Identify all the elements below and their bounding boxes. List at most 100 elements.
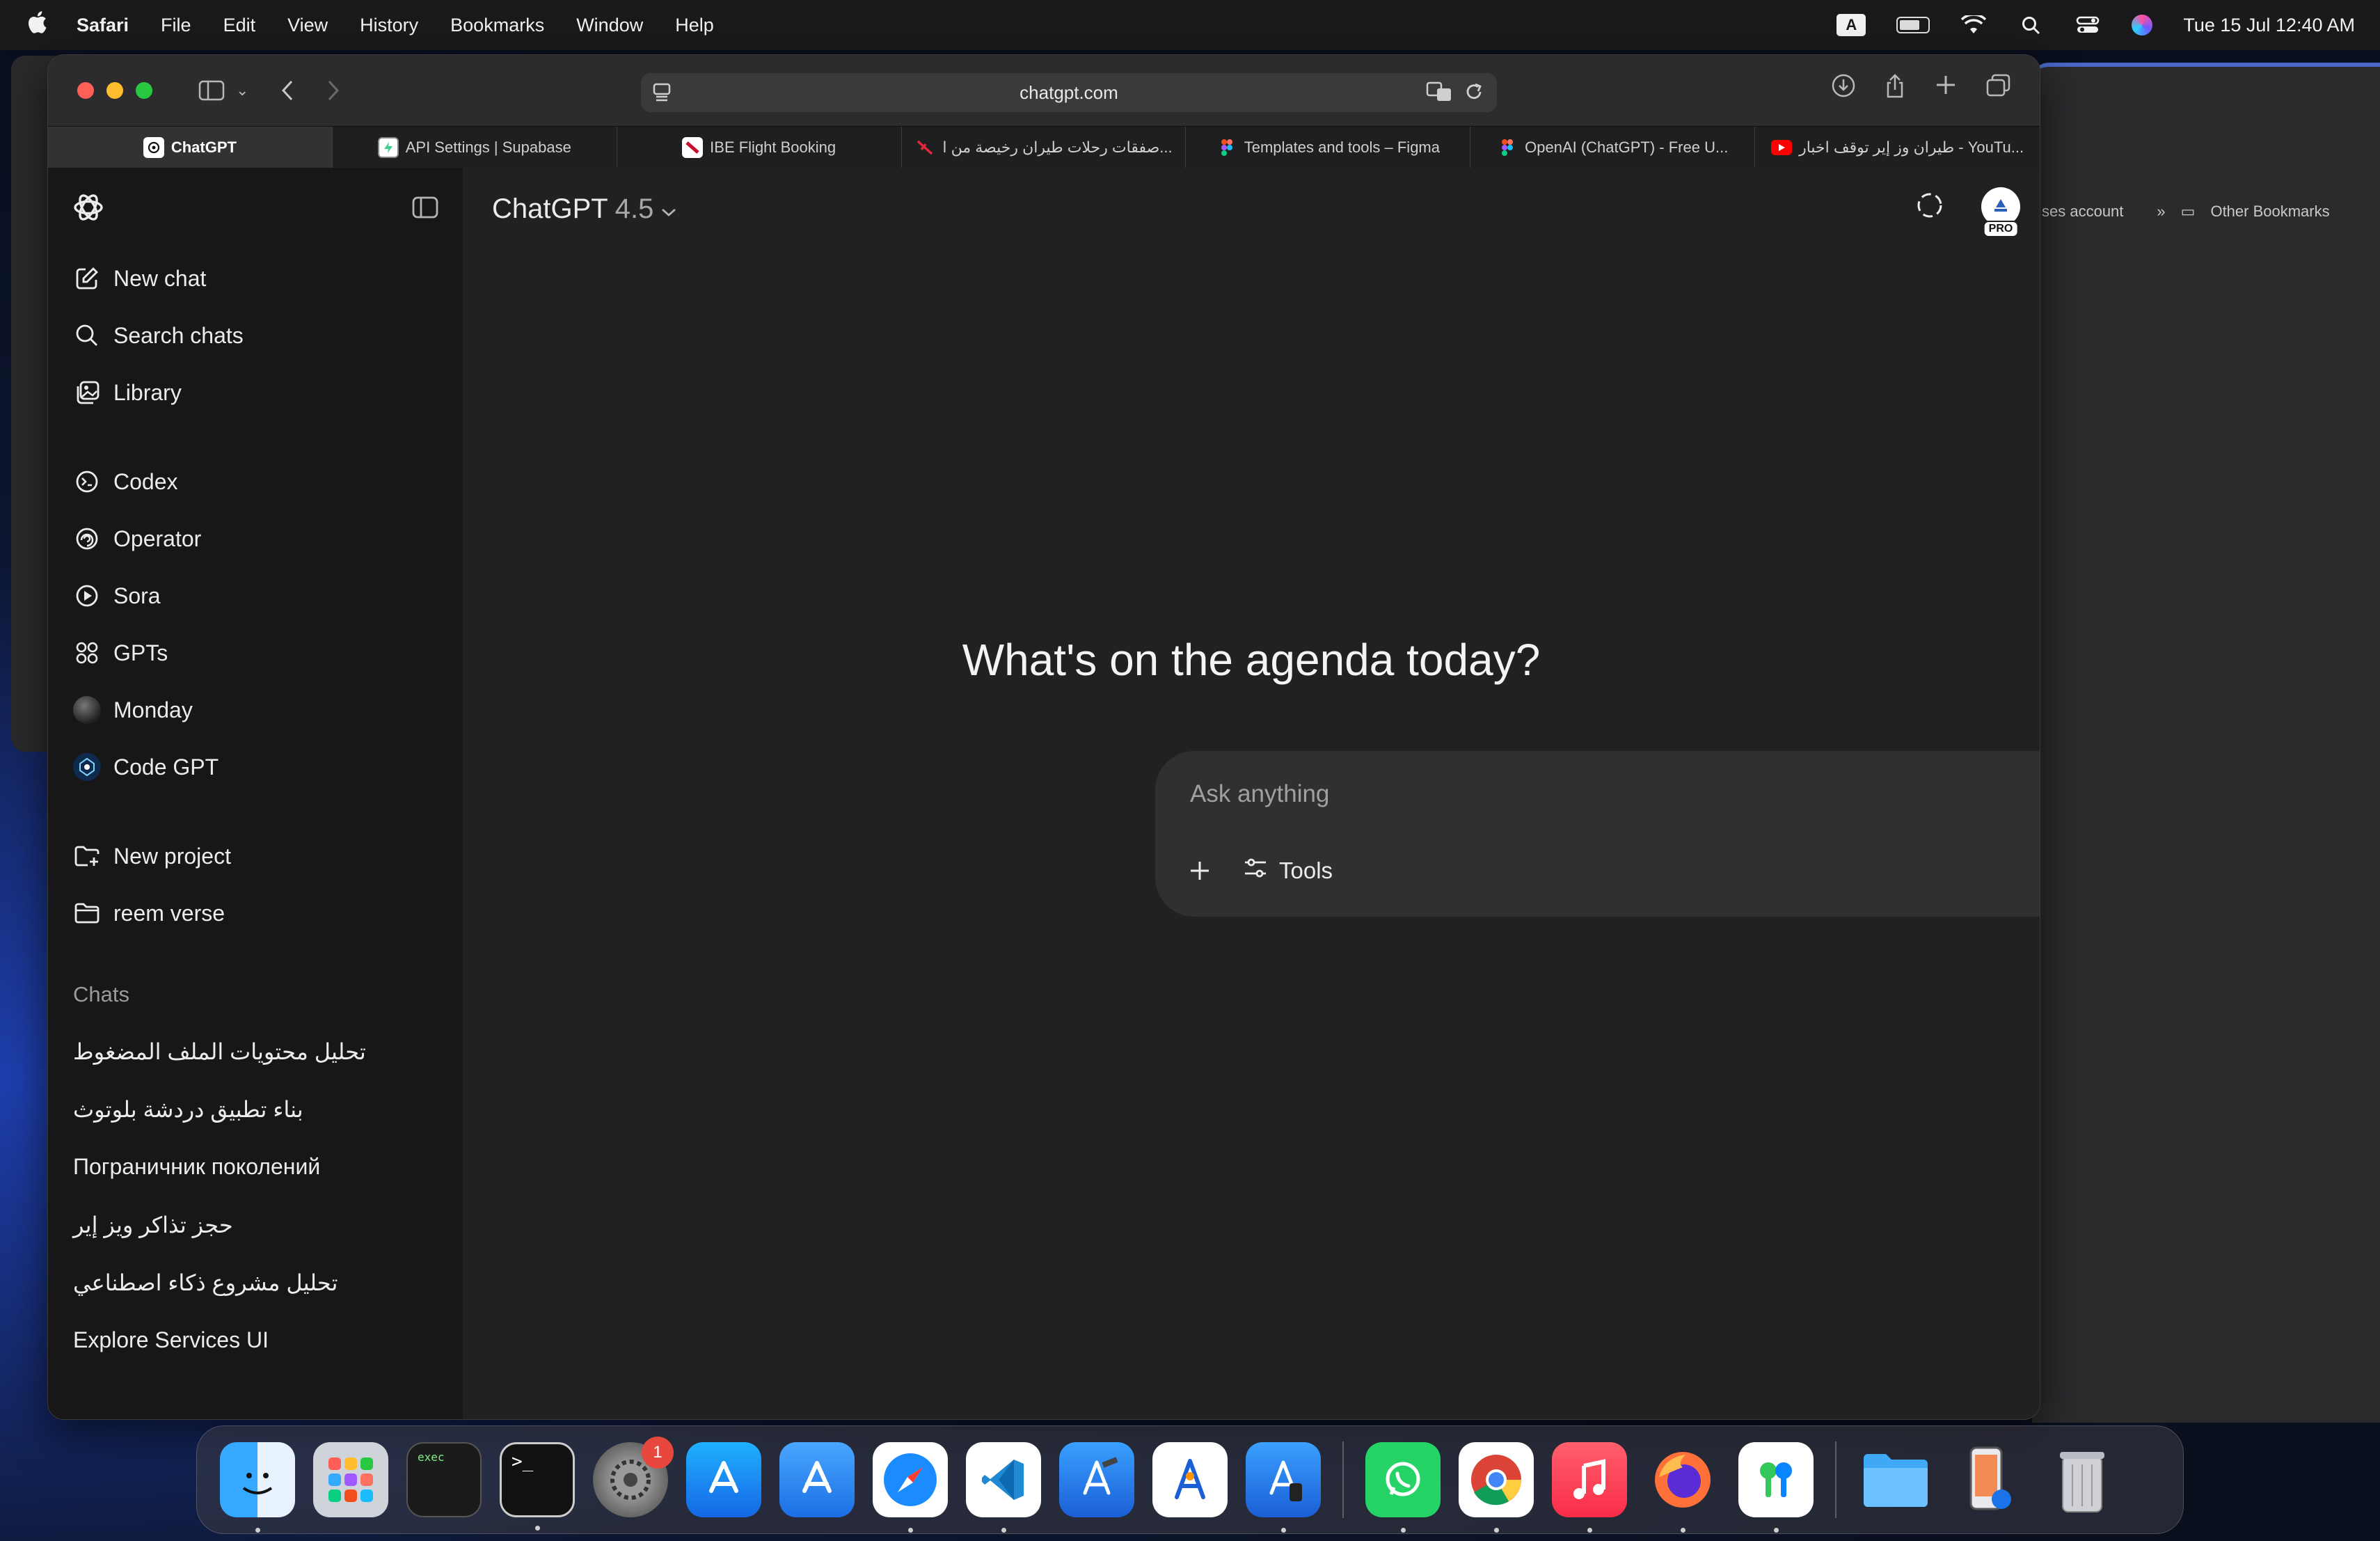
xcode-icon[interactable] — [1059, 1442, 1134, 1517]
launchpad-icon[interactable] — [313, 1442, 388, 1517]
sidebar-item-reem-verse[interactable]: reem verse — [48, 885, 463, 942]
finder-icon[interactable] — [220, 1442, 295, 1533]
music-icon[interactable] — [1552, 1442, 1627, 1533]
control-center-icon[interactable] — [2074, 15, 2101, 35]
menu-history[interactable]: History — [360, 15, 418, 36]
vscode-icon[interactable] — [966, 1442, 1041, 1533]
folder-icon[interactable] — [1858, 1442, 1933, 1517]
sidebar-collapse-icon[interactable] — [411, 195, 439, 223]
chat-history-item[interactable]: Explore Services UI — [48, 1311, 463, 1369]
main-header: ChatGPT 4.5 PRO — [463, 168, 2040, 250]
iphone-mirroring-icon[interactable] — [1951, 1442, 2026, 1517]
tab-label: OpenAI (ChatGPT) - Free U... — [1525, 139, 1729, 156]
instruments-icon[interactable] — [1152, 1442, 1228, 1517]
share-icon[interactable] — [1884, 73, 1906, 103]
chevrons-icon[interactable]: » — [2157, 203, 2165, 221]
tab-chatgpt[interactable]: ChatGPT — [48, 127, 333, 168]
chat-history-item[interactable]: بناء تطبيق دردشة بلوتوث — [48, 1080, 463, 1138]
tab-supabase[interactable]: API Settings | Supabase — [333, 127, 617, 168]
downloads-icon[interactable] — [1831, 73, 1856, 103]
bookmark-partial[interactable]: ses account — [2042, 203, 2123, 221]
safari-icon[interactable] — [873, 1442, 948, 1533]
temporary-chat-icon[interactable] — [1914, 190, 1945, 224]
chevron-down-icon — [660, 193, 677, 225]
sidebar-item-library[interactable]: Library — [48, 364, 463, 421]
tab-figma-templates[interactable]: Templates and tools – Figma — [1186, 127, 1471, 168]
chat-history-item[interactable]: Пограничник поколений — [48, 1138, 463, 1196]
new-tab-icon[interactable] — [1934, 73, 1958, 103]
passwords-icon[interactable] — [1738, 1442, 1814, 1533]
address-bar[interactable]: chatgpt.com — [641, 73, 1497, 112]
app-store-icon[interactable] — [779, 1442, 855, 1517]
sidebar-item-new-project[interactable]: New project — [48, 828, 463, 885]
url-text[interactable]: chatgpt.com — [1020, 82, 1118, 104]
terminal-icon[interactable]: >_ — [500, 1442, 575, 1531]
menu-bookmarks[interactable]: Bookmarks — [450, 15, 544, 36]
other-bookmarks[interactable]: Other Bookmarks — [2210, 203, 2329, 221]
menubar-clock[interactable]: Tue 15 Jul 12:40 AM — [2183, 15, 2355, 36]
notification-badge: 1 — [642, 1437, 674, 1469]
sidebar-item-codex[interactable]: Codex — [48, 453, 463, 510]
page-settings-icon[interactable] — [652, 81, 672, 107]
chrome-icon[interactable] — [1459, 1442, 1534, 1533]
sidebar-toggle-icon[interactable] — [198, 80, 226, 101]
translate-icon[interactable] — [1426, 80, 1454, 109]
menu-file[interactable]: File — [161, 15, 191, 36]
sliders-icon — [1243, 856, 1268, 885]
chat-history-item[interactable]: تحليل محتويات الملف المضغوط — [48, 1022, 463, 1080]
sidebar: New chat Search chats Library Codex Oper… — [48, 168, 463, 1419]
tab-ibe-flight[interactable]: IBE Flight Booking — [617, 127, 902, 168]
user-avatar[interactable]: PRO — [1981, 187, 2020, 237]
trash-icon[interactable] — [2045, 1442, 2120, 1517]
firefox-icon[interactable] — [1645, 1442, 1720, 1533]
back-icon[interactable] — [280, 79, 294, 102]
tab-youtube[interactable]: طيران وز إير توقف اخبار - YouTu... — [1755, 127, 2040, 168]
sidebar-item-sora[interactable]: Sora — [48, 567, 463, 624]
sidebar-item-label: Library — [113, 379, 182, 405]
reload-icon[interactable] — [1463, 80, 1484, 109]
sidebar-item-gpts[interactable]: GPTs — [48, 624, 463, 681]
menu-view[interactable]: View — [287, 15, 328, 36]
sidebar-item-new-chat[interactable]: New chat — [48, 250, 463, 307]
minimize-window-button[interactable] — [106, 82, 123, 99]
tab-overview-icon[interactable] — [1985, 73, 2012, 103]
menu-help[interactable]: Help — [675, 15, 714, 36]
prompt-input[interactable]: Ask anything — [1190, 780, 1329, 808]
forward-icon[interactable] — [326, 79, 340, 102]
menu-window[interactable]: Window — [576, 15, 643, 36]
exec-terminal-icon[interactable]: exec — [406, 1442, 482, 1517]
app-store-icon[interactable] — [686, 1442, 761, 1517]
model-selector[interactable]: ChatGPT 4.5 — [492, 193, 677, 225]
input-source-icon[interactable]: A — [1836, 14, 1866, 36]
sidebar-header — [48, 168, 463, 250]
sidebar-item-search-chats[interactable]: Search chats — [48, 307, 463, 364]
battery-icon[interactable] — [1896, 17, 1930, 33]
tab-flight-deals[interactable]: صفقات رحلات طيران رخيصة من ا... — [902, 127, 1187, 168]
spotlight-search-icon[interactable] — [2017, 15, 2044, 35]
new-folder-icon — [73, 842, 101, 870]
sidebar-item-operator[interactable]: Operator — [48, 510, 463, 567]
zoom-window-button[interactable] — [136, 82, 152, 99]
close-window-button[interactable] — [77, 82, 94, 99]
chat-history-item[interactable]: تحليل مشروع ذكاء اصطناعي — [48, 1254, 463, 1311]
add-attachment-button[interactable] — [1183, 854, 1216, 887]
system-settings-icon[interactable]: 1 — [593, 1437, 674, 1517]
apple-menu-icon[interactable] — [26, 10, 68, 40]
menu-edit[interactable]: Edit — [223, 15, 256, 36]
sidebar-item-label: Sora — [113, 583, 161, 608]
whatsapp-icon[interactable] — [1365, 1442, 1441, 1533]
wifi-icon[interactable] — [1960, 15, 1987, 35]
siri-icon[interactable] — [2132, 15, 2153, 35]
openai-logo-icon[interactable] — [72, 191, 105, 228]
tab-openai-figma[interactable]: OpenAI (ChatGPT) - Free U... — [1470, 127, 1756, 168]
chevron-down-icon[interactable]: ⌄ — [236, 81, 248, 100]
sidebar-item-label: Search chats — [113, 322, 244, 348]
chat-history-item[interactable]: حجز تذاكر ويز إير — [48, 1196, 463, 1254]
codex-icon — [73, 468, 101, 496]
tab-label: IBE Flight Booking — [710, 139, 836, 156]
sidebar-item-code-gpt[interactable]: Code GPT — [48, 738, 463, 796]
tools-button[interactable]: Tools — [1243, 854, 1333, 887]
sidebar-item-monday[interactable]: Monday — [48, 681, 463, 738]
menu-app-name[interactable]: Safari — [77, 15, 129, 36]
simulator-icon[interactable] — [1246, 1442, 1321, 1533]
